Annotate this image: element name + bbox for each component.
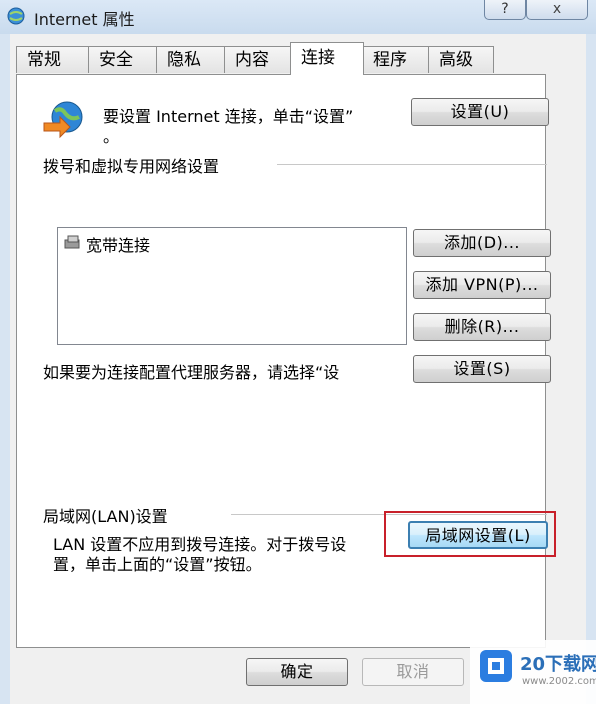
- lan-settings-button[interactable]: 局域网设置(L): [408, 521, 548, 549]
- broadband-connection-icon: [64, 235, 80, 249]
- setup-button[interactable]: 设置(U): [411, 98, 549, 126]
- tab-advanced[interactable]: 高级: [428, 46, 494, 73]
- dialup-heading: 拨号和虚拟专用网络设置: [43, 157, 220, 176]
- connections-list[interactable]: 宽带连接: [57, 227, 407, 345]
- dialog-client-area: 常规 安全 隐私 内容 连接 程序 高级 要设置 Internet 连接，单击“…: [10, 34, 586, 704]
- tab-programs[interactable]: 程序: [362, 46, 430, 73]
- lan-text-line2: 置，单击上面的“设置”按钮。: [53, 555, 262, 574]
- dialup-settings-button[interactable]: 设置(S): [413, 355, 551, 383]
- cancel-button[interactable]: 取消: [362, 658, 464, 686]
- watermark-logo-text: 20下载网: [520, 654, 596, 675]
- help-button[interactable]: ?: [484, 0, 526, 20]
- tab-connections[interactable]: 连接: [290, 42, 364, 75]
- close-button[interactable]: x: [526, 0, 588, 20]
- dialup-separator: [277, 164, 547, 165]
- globe-connection-icon: [43, 101, 83, 139]
- ok-button[interactable]: 确定: [246, 658, 348, 686]
- tab-content[interactable]: 内容: [224, 46, 294, 73]
- proxy-text: 如果要为连接配置代理服务器，请选择“设: [43, 363, 340, 382]
- lan-heading: 局域网(LAN)设置: [43, 507, 168, 526]
- setup-text: 要设置 Internet 连接，单击“设置”: [103, 107, 354, 126]
- remove-button[interactable]: 删除(R)...: [413, 313, 551, 341]
- window-title: Internet 属性: [34, 10, 135, 29]
- add-button[interactable]: 添加(D)...: [413, 229, 551, 257]
- watermark-url: www.2002.com: [522, 676, 596, 687]
- connections-panel: 要设置 Internet 连接，单击“设置” 。 设置(U) 拨号和虚拟专用网络…: [16, 74, 551, 648]
- tab-privacy[interactable]: 隐私: [156, 46, 226, 73]
- tab-security[interactable]: 安全: [88, 46, 158, 73]
- add-vpn-button[interactable]: 添加 VPN(P)...: [413, 271, 551, 299]
- watermark-logo-icon: [480, 650, 512, 682]
- internet-options-icon: [7, 7, 25, 25]
- connection-name: 宽带连接: [86, 236, 151, 255]
- setup-text-end: 。: [103, 127, 120, 146]
- tab-general[interactable]: 常规: [16, 46, 90, 73]
- watermark: 20下载网 www.2002.com: [470, 640, 596, 704]
- title-bar: Internet 属性 ? x: [0, 0, 596, 34]
